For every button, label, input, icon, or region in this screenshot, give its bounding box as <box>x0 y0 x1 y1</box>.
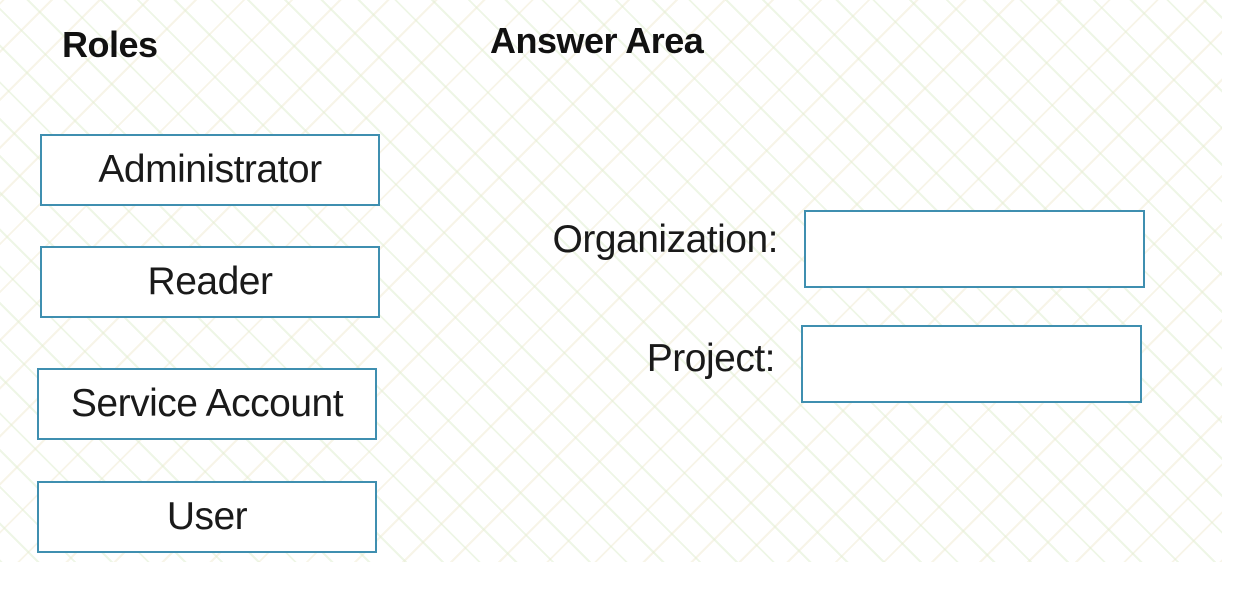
project-drop-target[interactable] <box>801 325 1142 403</box>
role-item-user[interactable]: User <box>37 481 377 553</box>
organization-label: Organization: <box>552 218 779 261</box>
drag-drop-question: Roles Answer Area Administrator Reader S… <box>0 0 1260 596</box>
project-label: Project: <box>646 337 776 380</box>
answer-area-heading: Answer Area <box>490 20 704 61</box>
role-item-service-account[interactable]: Service Account <box>37 368 377 440</box>
role-item-administrator[interactable]: Administrator <box>40 134 380 206</box>
organization-drop-target[interactable] <box>804 210 1145 288</box>
role-item-reader[interactable]: Reader <box>40 246 380 318</box>
roles-heading: Roles <box>62 24 158 65</box>
